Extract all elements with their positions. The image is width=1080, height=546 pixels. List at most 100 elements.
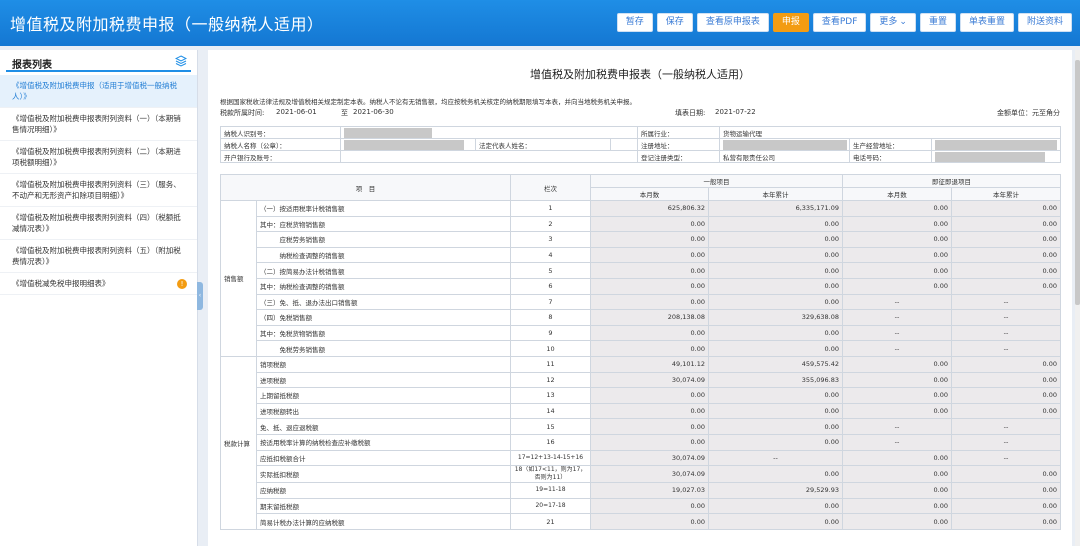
row-line-number: 10: [510, 340, 591, 357]
amount-cell[interactable]: 0.00: [590, 293, 709, 311]
amount-cell[interactable]: 0.00: [842, 215, 952, 233]
amount-cell[interactable]: 0.00: [951, 482, 1061, 499]
amount-cell[interactable]: 0.00: [842, 277, 952, 295]
sidebar-item[interactable]: 《增值税及附加税费申报（适用于增值税一般纳税人）》: [0, 75, 197, 108]
toolbar-button[interactable]: 附送资料: [1017, 13, 1072, 32]
amount-cell[interactable]: 0.00: [951, 277, 1061, 295]
amount-cell[interactable]: 0.00: [708, 215, 843, 233]
amount-cell[interactable]: 0.00: [951, 497, 1061, 515]
sidebar-item[interactable]: 《增值税减免税申报明细表》!: [0, 273, 197, 295]
amount-cell[interactable]: 0.00: [590, 262, 709, 279]
toolbar-button[interactable]: 查看原申报表: [696, 13, 769, 32]
amount-cell[interactable]: 0.00: [590, 324, 709, 342]
amount-cell[interactable]: 29,529.93: [708, 482, 843, 499]
amount-cell[interactable]: 0.00: [590, 387, 709, 404]
sidebar-item[interactable]: 《增值税及附加税费申报表附列资料（四）（税额抵减情况表）》: [0, 207, 197, 240]
amount-cell[interactable]: 0.00: [842, 371, 952, 389]
amount-cell[interactable]: 0.00: [842, 465, 952, 484]
amount-cell[interactable]: 459,575.42: [708, 355, 843, 373]
toolbar-button[interactable]: 重置: [919, 13, 956, 32]
amount-cell[interactable]: 208,138.08: [590, 309, 709, 326]
amount-cell[interactable]: 0.00: [590, 497, 709, 515]
amount-cell[interactable]: 0.00: [842, 246, 952, 264]
amount-cell: --: [708, 449, 843, 467]
amount-cell[interactable]: 0.00: [590, 340, 709, 357]
amount-cell[interactable]: 0.00: [708, 246, 843, 264]
amount-cell[interactable]: 0.00: [842, 200, 952, 217]
amount-cell[interactable]: 0.00: [951, 513, 1061, 530]
toolbar-button[interactable]: 更多 ⌄: [870, 13, 916, 32]
redacted-block: [935, 151, 1046, 162]
amount-cell[interactable]: 0.00: [951, 246, 1061, 264]
amount-cell[interactable]: 0.00: [842, 355, 952, 373]
amount-cell[interactable]: 0.00: [590, 277, 709, 295]
amount-cell: --: [951, 418, 1061, 435]
sidebar-item[interactable]: 《增值税及附加税费申报表附列资料（三）（服务、不动产和无形资产扣除项目明细）》: [0, 174, 197, 207]
amount-cell[interactable]: 49,101.12: [590, 355, 709, 373]
amount-cell[interactable]: 19,027.03: [590, 482, 709, 499]
amount-cell[interactable]: 0.00: [708, 513, 843, 530]
amount-cell[interactable]: 0.00: [708, 497, 843, 515]
amount-cell[interactable]: 0.00: [708, 433, 843, 451]
amount-cell[interactable]: 0.00: [951, 402, 1061, 420]
sidebar-item[interactable]: 《增值税及附加税费申报表附列资料（二）（本期进项税额明细）》: [0, 141, 197, 174]
amount-cell[interactable]: 0.00: [590, 402, 709, 420]
amount-cell[interactable]: 0.00: [590, 418, 709, 435]
amount-cell[interactable]: 0.00: [951, 200, 1061, 217]
legal-rep-label: 法定代表人姓名：: [475, 138, 611, 151]
amount-cell[interactable]: 0.00: [842, 262, 952, 279]
sidebar-item[interactable]: 《增值税及附加税费申报表附列资料（一）（本期销售情况明细）》: [0, 108, 197, 141]
amount-cell[interactable]: 0.00: [842, 513, 952, 530]
amount-cell[interactable]: 0.00: [590, 215, 709, 233]
toolbar-button[interactable]: 保存: [656, 13, 693, 32]
amount-cell[interactable]: 30,074.09: [590, 465, 709, 484]
amount-cell[interactable]: 625,806.32: [590, 200, 709, 217]
amount-cell[interactable]: 0.00: [708, 277, 843, 295]
amount-cell[interactable]: 0.00: [708, 387, 843, 404]
amount-cell: --: [842, 418, 952, 435]
amount-cell[interactable]: 0.00: [951, 465, 1061, 484]
sidebar-item[interactable]: 《增值税及附加税费申报表附列资料（五）（附加税费情况表）》: [0, 240, 197, 273]
amount-cell[interactable]: 0.00: [708, 340, 843, 357]
amount-cell[interactable]: 0.00: [951, 371, 1061, 389]
layers-icon[interactable]: [174, 55, 188, 67]
amount-cell[interactable]: 0.00: [842, 449, 952, 467]
toolbar-button[interactable]: 查看PDF: [812, 13, 867, 32]
amount-cell[interactable]: 355,096.83: [708, 371, 843, 389]
amount-cell[interactable]: 0.00: [951, 215, 1061, 233]
amount-cell[interactable]: 30,074.09: [590, 449, 709, 467]
redacted-block: [935, 139, 1058, 150]
amount-cell[interactable]: 0.00: [708, 465, 843, 484]
amount-cell[interactable]: 0.00: [951, 355, 1061, 373]
amount-cell[interactable]: 0.00: [590, 433, 709, 451]
toolbar-button[interactable]: 申报: [772, 13, 809, 32]
amount-cell[interactable]: 0.00: [708, 324, 843, 342]
toolbar-button[interactable]: 暂存: [616, 13, 653, 32]
amount-cell: --: [951, 309, 1061, 326]
sidebar-collapse-handle[interactable]: ‹: [197, 282, 203, 310]
amount-cell[interactable]: 0.00: [590, 246, 709, 264]
amount-cell: --: [842, 340, 952, 357]
toolbar-button[interactable]: 单表重置: [959, 13, 1014, 32]
amount-cell[interactable]: 0.00: [590, 513, 709, 530]
redacted-block: [723, 139, 848, 150]
amount-cell[interactable]: 0.00: [590, 231, 709, 248]
amount-cell[interactable]: 0.00: [708, 262, 843, 279]
amount-cell[interactable]: 0.00: [951, 262, 1061, 279]
amount-cell[interactable]: 0.00: [842, 402, 952, 420]
amount-cell[interactable]: 0.00: [951, 231, 1061, 248]
amount-cell[interactable]: 0.00: [708, 418, 843, 435]
amount-cell[interactable]: 0.00: [708, 293, 843, 311]
amount-cell[interactable]: 0.00: [842, 387, 952, 404]
vertical-scrollbar[interactable]: [1075, 50, 1080, 546]
amount-cell[interactable]: 0.00: [842, 482, 952, 499]
amount-cell[interactable]: 0.00: [842, 497, 952, 515]
amount-cell[interactable]: 0.00: [951, 387, 1061, 404]
amount-cell[interactable]: 6,335,171.09: [708, 200, 843, 217]
amount-cell[interactable]: 0.00: [708, 231, 843, 248]
scrollbar-thumb[interactable]: [1075, 60, 1080, 305]
amount-cell[interactable]: 329,638.08: [708, 309, 843, 326]
amount-cell[interactable]: 30,074.09: [590, 371, 709, 389]
amount-cell[interactable]: 0.00: [842, 231, 952, 248]
amount-cell[interactable]: 0.00: [708, 402, 843, 420]
